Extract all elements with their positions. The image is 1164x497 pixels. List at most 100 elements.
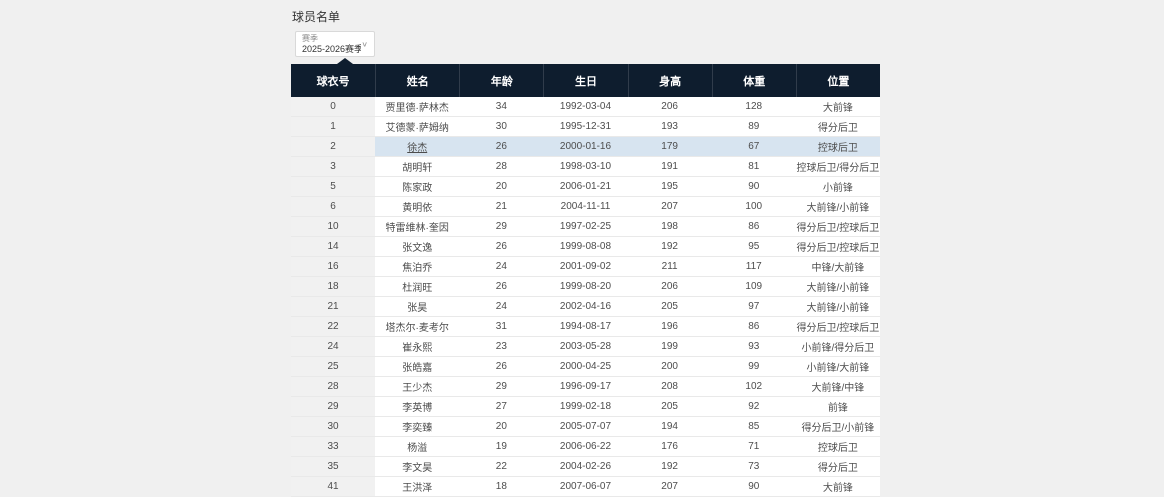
- table-row[interactable]: 25张皓嘉262000-04-2520099小前锋/大前锋: [291, 357, 880, 377]
- cell-jersey: 18: [291, 277, 375, 297]
- player-name-link[interactable]: 李文昊: [402, 459, 432, 474]
- player-name-link[interactable]: 特雷维林·奎因: [386, 219, 449, 234]
- table-row[interactable]: 24崔永熙232003-05-2819993小前锋/得分后卫: [291, 337, 880, 357]
- season-select[interactable]: 赛季 2025-2026赛季 ∨: [295, 31, 375, 57]
- cell-age: 34: [459, 97, 543, 117]
- table-row[interactable]: 33杨溢192006-06-2217671控球后卫: [291, 437, 880, 457]
- table-row[interactable]: 10特雷维林·奎因291997-02-2519886得分后卫/控球后卫: [291, 217, 880, 237]
- cell-birthday: 2003-05-28: [543, 337, 627, 357]
- column-header-4[interactable]: 身高: [628, 64, 712, 97]
- cell-height: 200: [628, 357, 712, 377]
- table-row[interactable]: 5陈家政202006-01-2119590小前锋: [291, 177, 880, 197]
- cell-age: 18: [459, 477, 543, 497]
- player-name-link[interactable]: 陈家政: [402, 179, 432, 194]
- cell-weight: 90: [712, 177, 796, 197]
- season-select-label: 赛季: [302, 34, 361, 44]
- player-name-link[interactable]: 张皓嘉: [402, 359, 432, 374]
- table-row[interactable]: 18杜润旺261999-08-20206109大前锋/小前锋: [291, 277, 880, 297]
- table-row[interactable]: 6黄明依212004-11-11207100大前锋/小前锋: [291, 197, 880, 217]
- cell-name: 贾里德·萨林杰: [375, 97, 459, 117]
- player-name-link[interactable]: 李英博: [402, 399, 432, 414]
- player-name-link[interactable]: 杨溢: [407, 439, 427, 454]
- cell-age: 26: [459, 277, 543, 297]
- cell-jersey: 10: [291, 217, 375, 237]
- cell-height: 205: [628, 297, 712, 317]
- table-row[interactable]: 21张昊242002-04-1620597大前锋/小前锋: [291, 297, 880, 317]
- player-name-link[interactable]: 张昊: [407, 299, 427, 314]
- cell-position: 得分后卫/控球后卫: [796, 217, 880, 237]
- cell-age: 20: [459, 177, 543, 197]
- cell-name: 李奕臻: [375, 417, 459, 437]
- player-name-link[interactable]: 艾德蒙·萨姆纳: [386, 119, 449, 134]
- cell-jersey: 21: [291, 297, 375, 317]
- column-header-3[interactable]: 生日: [543, 64, 627, 97]
- cell-birthday: 2002-04-16: [543, 297, 627, 317]
- cell-name: 王洪泽: [375, 477, 459, 497]
- player-name-link[interactable]: 焦泊乔: [402, 259, 432, 274]
- player-name-link[interactable]: 塔杰尔·麦考尔: [386, 319, 449, 334]
- cell-height: 207: [628, 477, 712, 497]
- cell-height: 192: [628, 457, 712, 477]
- cell-name: 黄明依: [375, 197, 459, 217]
- cell-weight: 102: [712, 377, 796, 397]
- cell-weight: 117: [712, 257, 796, 277]
- cell-birthday: 1999-08-20: [543, 277, 627, 297]
- cell-position: 大前锋: [796, 97, 880, 117]
- player-name-link[interactable]: 胡明轩: [402, 159, 432, 174]
- cell-position: 中锋/大前锋: [796, 257, 880, 277]
- cell-position: 大前锋: [796, 477, 880, 497]
- cell-weight: 67: [712, 137, 796, 157]
- cell-birthday: 1999-08-08: [543, 237, 627, 257]
- column-header-0[interactable]: 球衣号: [291, 64, 375, 97]
- player-name-link[interactable]: 杜润旺: [402, 279, 432, 294]
- player-name-link[interactable]: 李奕臻: [402, 419, 432, 434]
- column-header-6[interactable]: 位置: [796, 64, 880, 97]
- player-name-link[interactable]: 王少杰: [402, 379, 432, 394]
- table-row[interactable]: 3胡明轩281998-03-1019181控球后卫/得分后卫: [291, 157, 880, 177]
- cell-weight: 99: [712, 357, 796, 377]
- player-name-link[interactable]: 王洪泽: [402, 479, 432, 494]
- chevron-down-icon: ∨: [361, 40, 368, 49]
- cell-age: 30: [459, 117, 543, 137]
- table-row[interactable]: 30李奕臻202005-07-0719485得分后卫/小前锋: [291, 417, 880, 437]
- cell-birthday: 2004-11-11: [543, 197, 627, 217]
- column-header-2[interactable]: 年龄: [459, 64, 543, 97]
- table-row[interactable]: 2徐杰262000-01-1617967控球后卫: [291, 137, 880, 157]
- cell-name: 杜润旺: [375, 277, 459, 297]
- cell-birthday: 1992-03-04: [543, 97, 627, 117]
- column-header-5[interactable]: 体重: [712, 64, 796, 97]
- cell-jersey: 5: [291, 177, 375, 197]
- player-name-link[interactable]: 徐杰: [407, 139, 427, 154]
- player-name-link[interactable]: 黄明依: [402, 199, 432, 214]
- table-row[interactable]: 1艾德蒙·萨姆纳301995-12-3119389得分后卫: [291, 117, 880, 137]
- cell-jersey: 16: [291, 257, 375, 277]
- table-row[interactable]: 29李英博271999-02-1820592前锋: [291, 397, 880, 417]
- table-row[interactable]: 35李文昊222004-02-2619273得分后卫: [291, 457, 880, 477]
- cell-position: 大前锋/小前锋: [796, 297, 880, 317]
- table-row[interactable]: 0贾里德·萨林杰341992-03-04206128大前锋: [291, 97, 880, 117]
- cell-name: 张文逸: [375, 237, 459, 257]
- cell-position: 大前锋/小前锋: [796, 277, 880, 297]
- table-row[interactable]: 28王少杰291996-09-17208102大前锋/中锋: [291, 377, 880, 397]
- cell-height: 205: [628, 397, 712, 417]
- table-body: 0贾里德·萨林杰341992-03-04206128大前锋1艾德蒙·萨姆纳301…: [291, 97, 880, 497]
- table-row[interactable]: 16焦泊乔242001-09-02211117中锋/大前锋: [291, 257, 880, 277]
- column-header-1[interactable]: 姓名: [375, 64, 459, 97]
- table-row[interactable]: 14张文逸261999-08-0819295得分后卫/控球后卫: [291, 237, 880, 257]
- player-name-link[interactable]: 张文逸: [402, 239, 432, 254]
- cell-name: 杨溢: [375, 437, 459, 457]
- cell-birthday: 2007-06-07: [543, 477, 627, 497]
- table-row[interactable]: 22塔杰尔·麦考尔311994-08-1719686得分后卫/控球后卫: [291, 317, 880, 337]
- cell-jersey: 29: [291, 397, 375, 417]
- cell-age: 20: [459, 417, 543, 437]
- cell-age: 21: [459, 197, 543, 217]
- cell-position: 控球后卫: [796, 437, 880, 457]
- player-name-link[interactable]: 崔永熙: [402, 339, 432, 354]
- cell-position: 得分后卫: [796, 457, 880, 477]
- player-name-link[interactable]: 贾里德·萨林杰: [386, 99, 449, 114]
- table-row[interactable]: 41王洪泽182007-06-0720790大前锋: [291, 477, 880, 497]
- cell-birthday: 2006-01-21: [543, 177, 627, 197]
- cell-position: 大前锋/中锋: [796, 377, 880, 397]
- cell-age: 24: [459, 297, 543, 317]
- cell-birthday: 2006-06-22: [543, 437, 627, 457]
